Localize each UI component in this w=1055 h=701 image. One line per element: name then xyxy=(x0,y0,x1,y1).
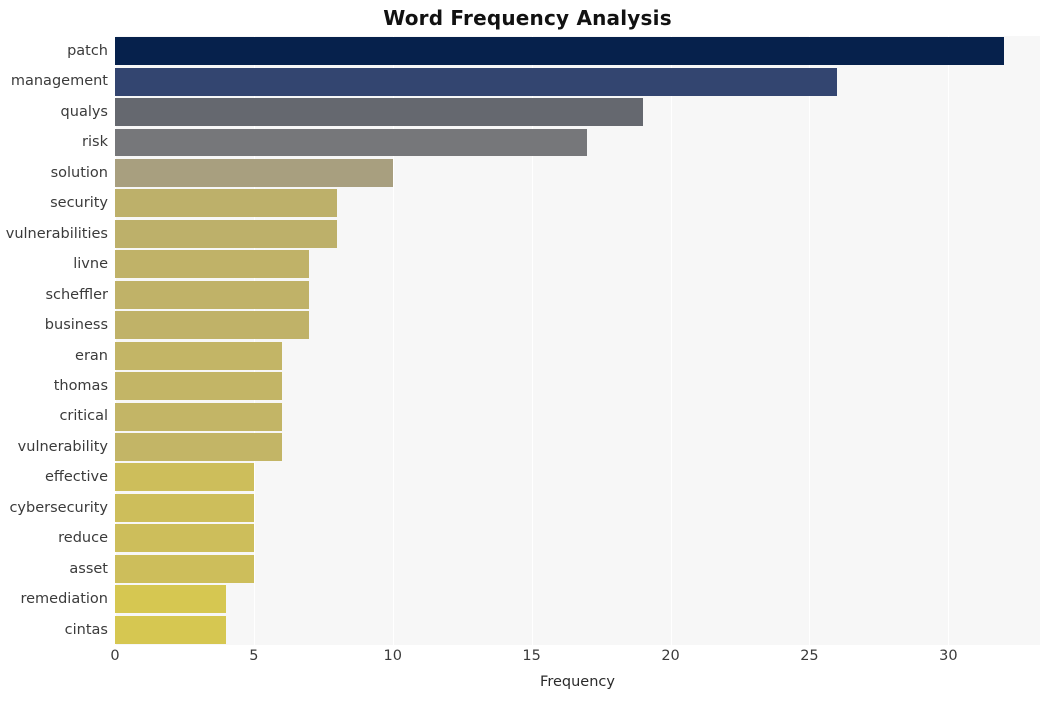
y-axis-tick-label: risk xyxy=(82,134,108,151)
y-axis-tick-label: solution xyxy=(50,164,108,181)
bar-row[interactable] xyxy=(115,432,1040,462)
y-axis-tick-label: livne xyxy=(73,256,108,273)
bar-row[interactable] xyxy=(115,158,1040,188)
bar[interactable] xyxy=(115,341,282,370)
y-axis-tick-label: reduce xyxy=(58,530,108,547)
y-axis-tick-label: effective xyxy=(44,469,108,486)
bar-row[interactable] xyxy=(115,280,1040,310)
bar-row[interactable] xyxy=(115,127,1040,157)
bar[interactable] xyxy=(115,402,282,431)
bar-row[interactable] xyxy=(115,371,1040,401)
x-axis-title: Frequency xyxy=(540,674,615,690)
bar-row[interactable] xyxy=(115,523,1040,553)
x-axis-tick-labels: 0 5 10 15 20 25 30 xyxy=(0,648,1055,672)
x-axis-tick-label: 10 xyxy=(383,648,402,664)
y-axis-tick-label: asset xyxy=(69,560,108,577)
bar[interactable] xyxy=(115,493,254,522)
y-axis-tick-labels: patch management qualys risk solution securit… xyxy=(0,36,108,645)
y-axis-tick-label: scheffler xyxy=(45,286,108,303)
y-axis-tick-label: patch xyxy=(67,43,108,59)
chart-title: Word Frequency Analysis xyxy=(383,6,672,30)
bar[interactable] xyxy=(115,98,643,127)
bar-row[interactable] xyxy=(115,615,1040,645)
bar-row[interactable] xyxy=(115,554,1040,584)
y-axis-tick-label: cybersecurity xyxy=(9,499,108,516)
y-axis-tick-label: thomas xyxy=(53,377,108,394)
bar-row[interactable] xyxy=(115,341,1040,371)
bar-row[interactable] xyxy=(115,66,1040,96)
bar-row[interactable] xyxy=(115,493,1040,523)
y-axis-tick-label: qualys xyxy=(60,103,108,120)
y-axis-tick-label: vulnerabilities xyxy=(5,225,108,242)
bar[interactable] xyxy=(115,128,588,157)
y-axis-tick-label: management xyxy=(10,73,108,90)
x-axis-tick-label: 20 xyxy=(661,648,680,664)
bar[interactable] xyxy=(115,37,1004,66)
bars-layer xyxy=(115,36,1040,645)
bar-row[interactable] xyxy=(115,584,1040,614)
bar-row[interactable] xyxy=(115,462,1040,492)
bar[interactable] xyxy=(115,219,338,248)
bar[interactable] xyxy=(115,372,282,401)
bar[interactable] xyxy=(115,189,338,218)
y-axis-tick-label: critical xyxy=(59,408,108,425)
word-frequency-chart-figure: Word Frequency Analysis patch management q… xyxy=(0,0,1055,701)
y-axis-tick-label: vulnerability xyxy=(17,438,108,455)
x-axis-tick-label: 15 xyxy=(522,648,541,664)
x-axis-tick-label: 30 xyxy=(939,648,958,664)
y-axis-tick-label: cintas xyxy=(64,621,108,638)
bar[interactable] xyxy=(115,311,310,340)
x-axis-tick-label: 0 xyxy=(110,648,120,664)
bar-row[interactable] xyxy=(115,188,1040,218)
bar[interactable] xyxy=(115,280,310,309)
bar-row[interactable] xyxy=(115,219,1040,249)
y-axis-tick-label: security xyxy=(50,195,108,212)
bar-row[interactable] xyxy=(115,36,1040,66)
bar[interactable] xyxy=(115,554,254,583)
y-axis-tick-label: remediation xyxy=(20,591,108,608)
y-axis-tick-label: business xyxy=(44,317,108,334)
bar[interactable] xyxy=(115,158,393,187)
bar[interactable] xyxy=(115,585,227,614)
bar[interactable] xyxy=(115,463,254,492)
bar[interactable] xyxy=(115,67,838,96)
y-axis-tick-label: eran xyxy=(75,347,108,364)
bar[interactable] xyxy=(115,524,254,553)
bar-row[interactable] xyxy=(115,310,1040,340)
x-axis-tick-label: 25 xyxy=(800,648,819,664)
bar-row[interactable] xyxy=(115,249,1040,279)
bar[interactable] xyxy=(115,433,282,461)
bar[interactable] xyxy=(115,250,310,279)
bar-row[interactable] xyxy=(115,97,1040,127)
x-axis-tick-label: 5 xyxy=(249,648,259,664)
bar[interactable] xyxy=(115,615,227,644)
bar-row[interactable] xyxy=(115,401,1040,431)
